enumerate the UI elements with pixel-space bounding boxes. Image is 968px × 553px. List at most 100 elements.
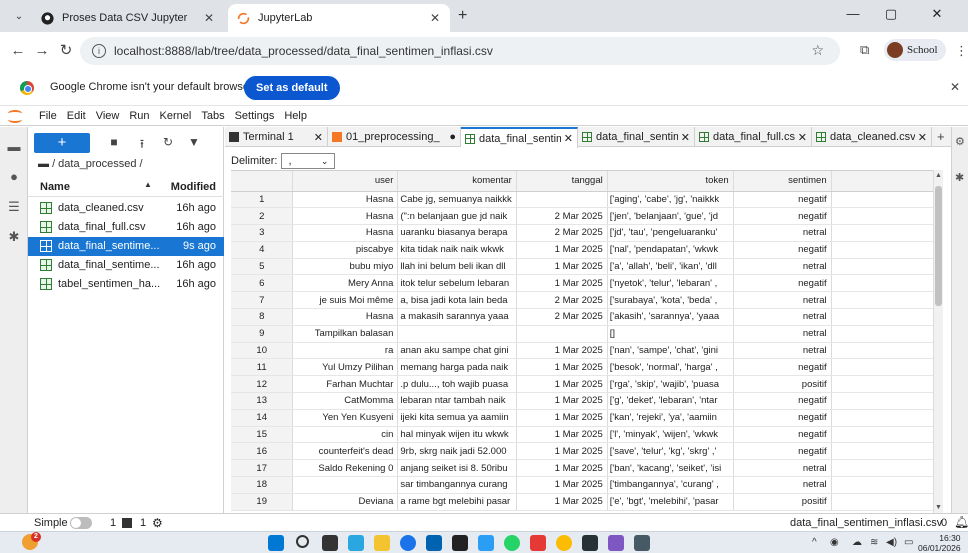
home-folder-icon[interactable]: ▬ xyxy=(38,158,49,170)
cell-token[interactable]: nal', 'pendapatan', 'wkwk'] xyxy=(607,241,734,259)
whatsapp-icon[interactable] xyxy=(504,535,520,551)
simple-mode-toggle[interactable] xyxy=(70,517,92,529)
row-number[interactable]: 3 xyxy=(231,224,294,242)
table-row[interactable]: 10 ra anan aku sampe chat gini 1 Mar 2025 na… xyxy=(231,342,941,360)
cell-token[interactable]: ban', 'kacang', 'seiket', 'isi'] xyxy=(607,459,734,478)
menu-file[interactable]: File xyxy=(34,110,62,122)
site-info-icon[interactable]: i xyxy=(92,44,106,58)
system-clock[interactable]: 16:30 06/01/2026 xyxy=(918,533,961,553)
url-field[interactable]: i localhost:8888/lab/tree/data_processed… xyxy=(80,37,840,65)
column-header[interactable]: sentimen xyxy=(733,171,832,192)
weather-widget-icon[interactable]: 2 xyxy=(22,532,41,550)
cell-komentar[interactable]: anan aku sampe chat gini xyxy=(397,342,517,360)
cell-sentimen[interactable]: netral xyxy=(733,476,832,494)
cell-tanggal[interactable]: 1 Mar 2025 xyxy=(516,476,608,494)
cell-tanggal[interactable]: 1 Mar 2025 xyxy=(516,426,608,444)
menu-tabs[interactable]: Tabs xyxy=(196,110,229,122)
cell-tanggal[interactable]: 1 Mar 2025 xyxy=(516,375,608,394)
table-row[interactable]: 7 je suis Moi même a, bisa jadi kota lain … xyxy=(231,291,941,310)
cell-token[interactable]: e', 'bgt', 'melebihi', 'pasar'] xyxy=(607,493,734,511)
table-row[interactable]: 16 counterfeit's dead 9rb, skrg naik jadi … xyxy=(231,442,941,461)
cell-sentimen[interactable]: netral xyxy=(733,291,832,310)
extensions-icon[interactable]: ⧉ xyxy=(860,42,869,58)
scroll-up-icon[interactable]: ▲ xyxy=(935,172,942,179)
dropbox-icon[interactable] xyxy=(452,535,468,551)
cell-user[interactable]: Hasna xyxy=(292,191,399,209)
task-view-icon[interactable] xyxy=(322,535,338,551)
row-number[interactable]: 8 xyxy=(231,308,294,326)
chrome-taskbar-icon[interactable] xyxy=(556,535,572,551)
cell-user[interactable] xyxy=(292,476,399,494)
cell-sentimen[interactable]: netral xyxy=(733,308,832,326)
cell-token[interactable]: jen', 'belanjaan', 'gue', 'jd'] xyxy=(607,207,734,226)
name-column-header[interactable]: Name xyxy=(40,181,70,193)
scrollbar-thumb[interactable] xyxy=(935,186,942,306)
cell-komentar[interactable]: p dulu..., toh wajib puasa. xyxy=(397,375,517,394)
tab-data-cleaned[interactable]: data_cleaned.csv ✕ xyxy=(812,127,932,147)
cell-user[interactable]: Tampilkan balasan xyxy=(292,325,399,343)
cell-token[interactable]: , 'timbangannya', 'curang'] xyxy=(607,476,734,494)
table-row[interactable]: 11 Yul Umzy Pilihan memang harga pada naik… xyxy=(231,358,941,377)
cell-komentar[interactable]: 9rb, skrg naik jadi 52.000 xyxy=(397,442,517,461)
tray-cloud-icon[interactable]: ☁ xyxy=(852,537,862,548)
menu-edit[interactable]: Edit xyxy=(62,110,91,122)
delimiter-select[interactable]: , ⌄ xyxy=(281,153,336,169)
cell-user[interactable]: counterfeit's dead xyxy=(292,442,399,461)
cell-tanggal[interactable]: 1 Mar 2025 xyxy=(516,493,608,511)
cell-user[interactable]: je suis Moi même xyxy=(292,291,399,310)
row-number[interactable]: 15 xyxy=(231,426,294,444)
row-number[interactable]: 19 xyxy=(231,493,294,511)
close-tab-icon[interactable]: ✕ xyxy=(918,131,927,144)
cell-token[interactable]: nan', 'sampe', 'chat', 'gini'] xyxy=(607,342,734,360)
cell-token[interactable]: rga', 'skip', 'wajib', 'puasa'] xyxy=(607,375,734,394)
cell-sentimen[interactable]: netral xyxy=(733,224,832,242)
cell-komentar[interactable]: ijeki kita semua ya aamiin xyxy=(397,409,517,427)
cell-tanggal[interactable]: 1 Mar 2025 xyxy=(516,258,608,276)
cell-sentimen[interactable]: netral xyxy=(733,342,832,360)
cell-user[interactable]: bubu miyo xyxy=(292,258,399,276)
cell-tanggal[interactable]: 1 Mar 2025 xyxy=(516,241,608,259)
cell-user[interactable]: Hasna xyxy=(292,308,399,326)
edge-icon[interactable] xyxy=(400,535,416,551)
cell-token[interactable]: 'jd', 'tau', 'pengeluaranku'] xyxy=(607,224,734,242)
cell-komentar[interactable]: anjang seiket isi 8. 50ribu xyxy=(397,459,517,478)
cell-user[interactable]: Deviana xyxy=(292,493,399,511)
close-tab-icon[interactable]: ✕ xyxy=(202,11,216,25)
file-explorer-icon[interactable] xyxy=(374,535,390,551)
terminal-app-icon[interactable] xyxy=(582,535,598,551)
close-tab-icon[interactable]: ✕ xyxy=(681,131,690,144)
vertical-scrollbar[interactable]: ▲ ▼ xyxy=(933,170,943,513)
cell-komentar[interactable]: kita tidak naik naik wkwk xyxy=(397,241,517,259)
sort-ascending-icon[interactable]: ▲ xyxy=(144,180,152,189)
cell-token[interactable]: g', 'deket', 'lebaran', 'ntar'] xyxy=(607,392,734,410)
cell-tanggal[interactable]: 2 Mar 2025 xyxy=(516,207,608,226)
tab-data-final-sentimen-active[interactable]: data_final_sentime ✕ xyxy=(461,127,578,148)
cell-tanggal[interactable]: 2 Mar 2025 xyxy=(516,224,608,242)
cell-sentimen[interactable]: negatif xyxy=(733,274,832,293)
cell-tanggal[interactable]: 1 Mar 2025 xyxy=(516,459,608,478)
cell-komentar[interactable]: hal minyak wijen itu wkwk xyxy=(397,426,517,444)
cell-komentar[interactable]: itok telur sebelum lebaran xyxy=(397,274,517,293)
cell-komentar[interactable]: llah ini belum beli ikan dll xyxy=(397,258,517,276)
new-tab-button[interactable]: + xyxy=(458,7,467,25)
cell-komentar[interactable]: a makasih sarannya yaaa xyxy=(397,308,517,326)
app3-icon[interactable] xyxy=(634,535,650,551)
cell-tanggal[interactable]: 1 Mar 2025 xyxy=(516,342,608,360)
file-item-selected[interactable]: data_final_sentime... 9s ago xyxy=(28,237,224,256)
breadcrumb[interactable]: ▬ / data_processed / xyxy=(38,158,143,170)
row-number[interactable]: 16 xyxy=(231,442,294,461)
unsaved-dot-icon[interactable]: ● xyxy=(449,131,456,143)
table-row[interactable]: 13 CatMomma lebaran ntar tambah naik 1 Mar … xyxy=(231,392,941,410)
menu-view[interactable]: View xyxy=(91,110,125,122)
cell-user[interactable]: Farhan Muchtar xyxy=(292,375,399,394)
property-inspector-icon[interactable]: ⚙ xyxy=(955,135,965,148)
running-kernels-icon[interactable]: ● xyxy=(6,169,22,185)
bookmark-star-icon[interactable]: ☆ xyxy=(811,42,824,59)
cell-sentimen[interactable]: negatif xyxy=(733,409,832,427)
column-header[interactable]: tanggal xyxy=(516,171,608,192)
scroll-down-icon[interactable]: ▼ xyxy=(935,504,942,511)
modified-column-header[interactable]: Modified xyxy=(171,181,216,193)
file-item[interactable]: tabel_sentimen_ha... 16h ago xyxy=(28,275,224,294)
search-icon[interactable] xyxy=(296,535,309,548)
cell-sentimen[interactable]: netral xyxy=(733,325,832,343)
